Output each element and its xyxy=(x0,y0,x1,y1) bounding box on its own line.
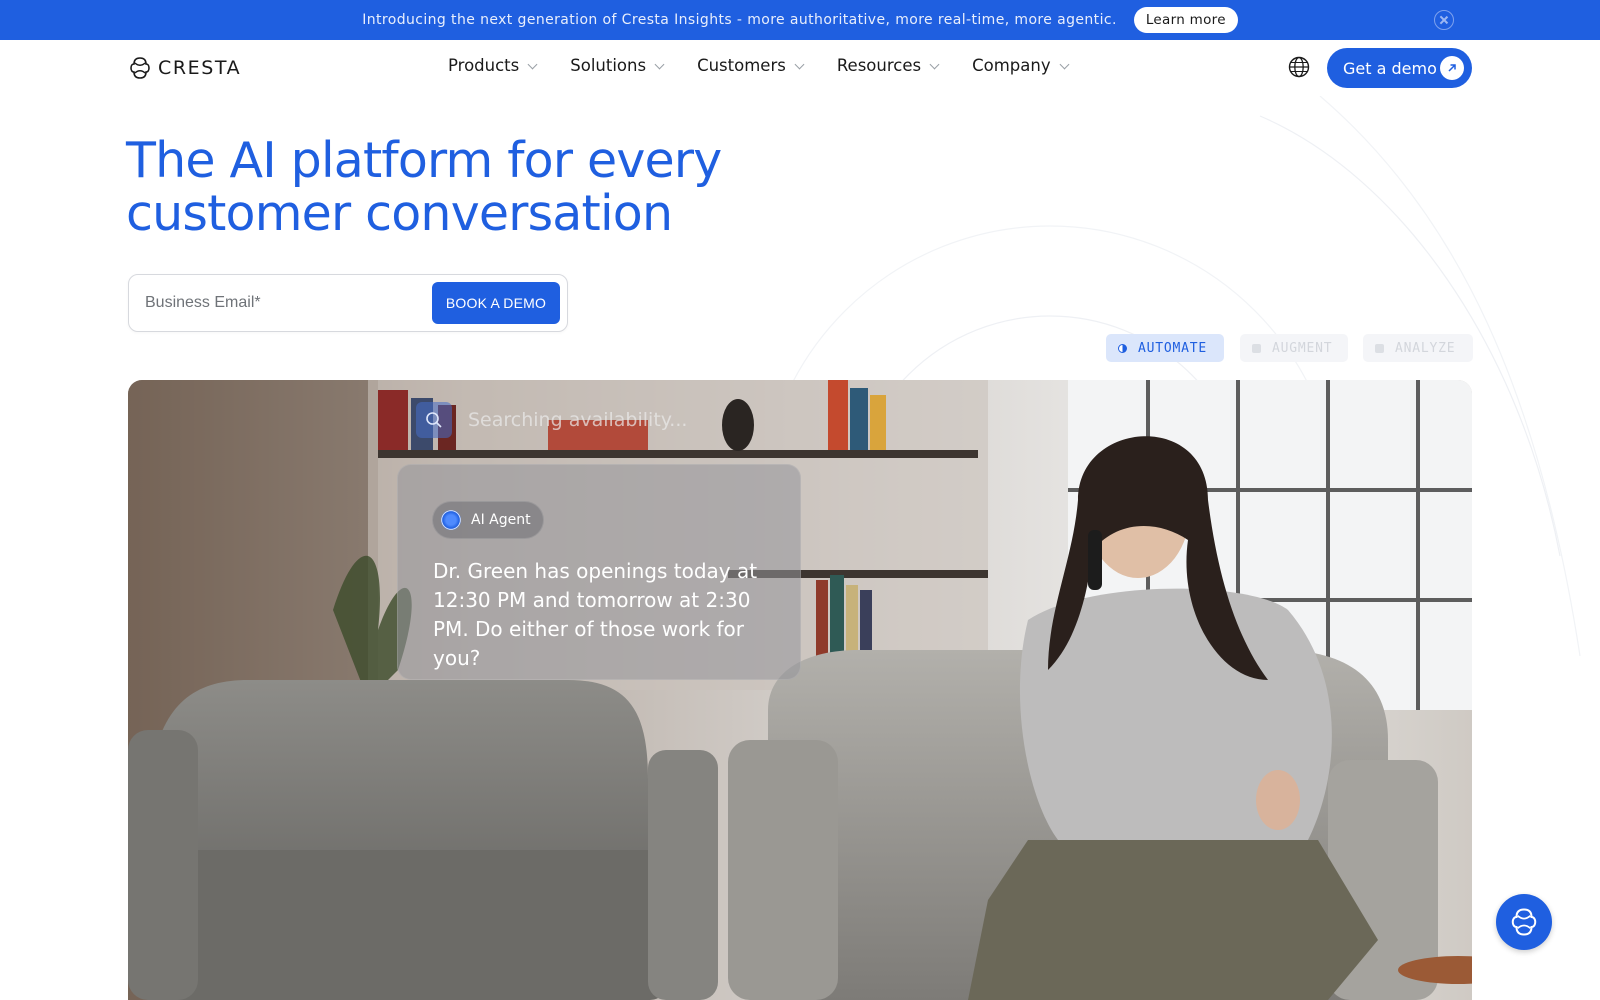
announcement-text: Introducing the next generation of Crest… xyxy=(362,12,1117,28)
nav-item-company[interactable]: Company xyxy=(972,56,1070,75)
globe-icon[interactable] xyxy=(1288,56,1310,78)
nav-item-products[interactable]: Products xyxy=(448,56,538,75)
automate-dot-icon xyxy=(1118,343,1127,353)
nav-label: Resources xyxy=(836,56,922,75)
tab-analyze[interactable]: ANALYZE xyxy=(1363,334,1473,362)
hero-title-line-2: customer conversation xyxy=(126,185,673,242)
ai-agent-orb-icon xyxy=(441,510,461,530)
logo-text: CRESTA xyxy=(158,57,242,79)
hero-title: The AI platform for every customer conve… xyxy=(126,134,746,240)
ai-agent-message: Dr. Green has openings today at 12:30 PM… xyxy=(433,559,758,670)
ai-agent-badge: AI Agent xyxy=(432,501,544,539)
chat-button[interactable] xyxy=(1496,894,1552,950)
cresta-logo-icon xyxy=(130,57,150,79)
ai-agent-label: AI Agent xyxy=(471,512,531,528)
chevron-down-icon xyxy=(527,59,538,69)
chevron-down-icon xyxy=(1059,59,1070,69)
site-header: CRESTA Products Solutions Customers Reso… xyxy=(0,40,1600,96)
analyze-dot-icon xyxy=(1375,343,1384,353)
nav-item-customers[interactable]: Customers xyxy=(697,56,805,75)
arrow-up-right-icon xyxy=(1440,56,1464,80)
nav-item-solutions[interactable]: Solutions xyxy=(570,56,665,75)
announcement-bar: Introducing the next generation of Crest… xyxy=(0,0,1600,40)
augment-dot-icon xyxy=(1252,343,1261,353)
email-signup-form: BOOK A DEMO xyxy=(128,274,568,332)
nav-label: Company xyxy=(972,56,1051,75)
hero-video[interactable]: Searching availability... AI Agent Dr. G… xyxy=(128,380,1472,1000)
nav-label: Products xyxy=(448,56,520,75)
nav-label: Customers xyxy=(697,56,786,75)
tab-label: AUGMENT xyxy=(1272,340,1333,356)
business-email-input[interactable] xyxy=(145,291,415,315)
logo[interactable]: CRESTA xyxy=(128,56,241,80)
chevron-down-icon xyxy=(794,59,805,69)
tab-augment[interactable]: AUGMENT xyxy=(1240,334,1348,362)
chat-icon xyxy=(1511,908,1537,936)
tab-label: AUTOMATE xyxy=(1138,340,1208,356)
nav-label: Solutions xyxy=(570,56,647,75)
get-a-demo-label: Get a demo xyxy=(1343,58,1437,78)
tab-automate[interactable]: AUTOMATE xyxy=(1106,334,1224,362)
get-a-demo-button[interactable]: Get a demo xyxy=(1327,48,1472,88)
learn-more-button[interactable]: Learn more xyxy=(1133,7,1238,33)
main-nav: Products Solutions Customers Resources C… xyxy=(448,56,1070,75)
chevron-down-icon xyxy=(654,59,665,69)
chevron-down-icon xyxy=(929,59,940,69)
close-icon[interactable] xyxy=(1434,10,1454,30)
tab-label: ANALYZE xyxy=(1395,340,1456,356)
search-icon xyxy=(416,402,452,438)
search-status-text: Searching availability... xyxy=(468,409,688,431)
search-status: Searching availability... xyxy=(416,402,687,438)
ai-agent-message-card: AI Agent Dr. Green has openings today at… xyxy=(397,464,801,680)
hero-title-line-1: The AI platform for every xyxy=(126,132,722,189)
nav-item-resources[interactable]: Resources xyxy=(836,56,940,75)
book-a-demo-button[interactable]: BOOK A DEMO xyxy=(432,282,560,324)
